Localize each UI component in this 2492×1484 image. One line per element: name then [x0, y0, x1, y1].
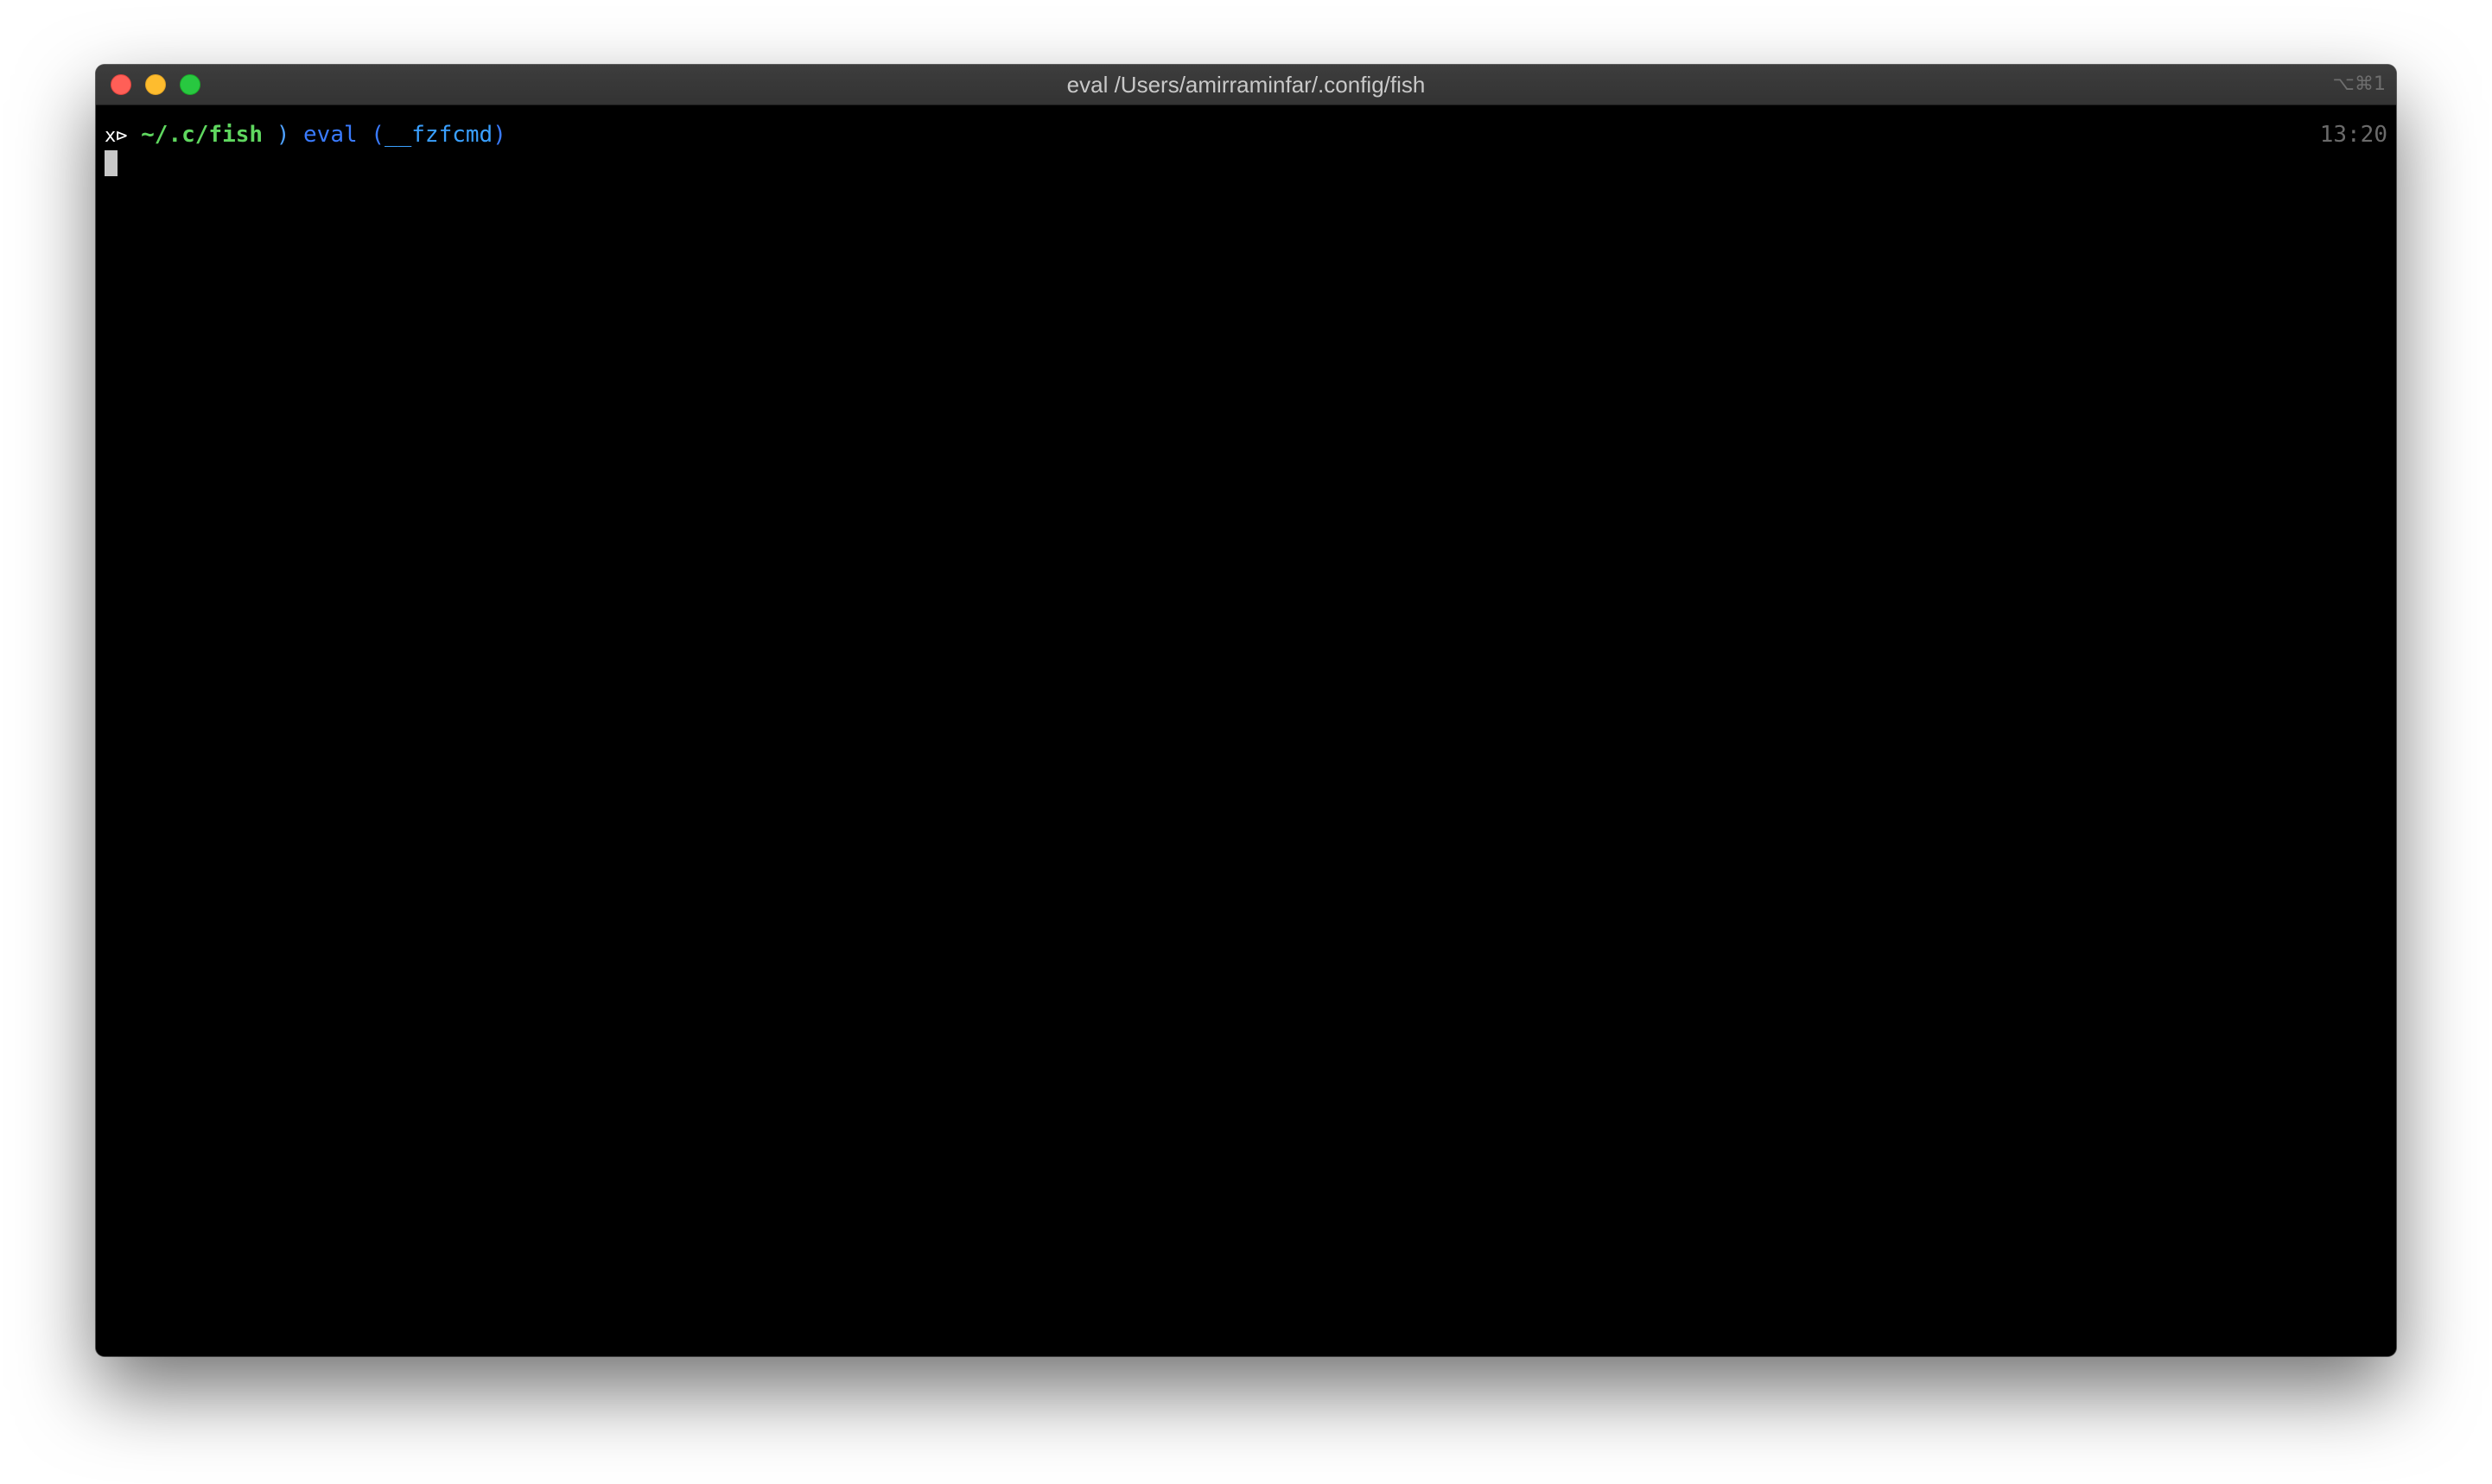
current-directory: ~/.c/fish: [141, 122, 264, 148]
prompt-separator: ): [276, 122, 290, 148]
window-shortcut-label: ⌥⌘1: [2332, 73, 2386, 95]
open-paren: (: [371, 122, 385, 148]
close-paren: ): [493, 122, 506, 148]
cursor-line: [105, 149, 118, 176]
prompt-symbol: x⊳: [105, 125, 128, 147]
command-argument: __fzfcmd: [384, 122, 493, 148]
desktop-background: eval /Users/amirraminfar/.config/fish ⌥⌘…: [0, 0, 2492, 1484]
terminal-content[interactable]: x⊳ ~/.c/fish ) eval (__fzfcmd) 13:20: [96, 105, 2396, 1356]
text-cursor: [105, 150, 118, 176]
right-prompt-time: 13:20: [2319, 122, 2387, 148]
window-title: eval /Users/amirraminfar/.config/fish: [1066, 72, 1426, 98]
title-bar[interactable]: eval /Users/amirraminfar/.config/fish ⌥⌘…: [96, 65, 2396, 105]
terminal-window[interactable]: eval /Users/amirraminfar/.config/fish ⌥⌘…: [96, 65, 2396, 1356]
command-text: eval: [303, 122, 358, 148]
prompt-line: x⊳ ~/.c/fish ) eval (__fzfcmd): [105, 121, 506, 150]
